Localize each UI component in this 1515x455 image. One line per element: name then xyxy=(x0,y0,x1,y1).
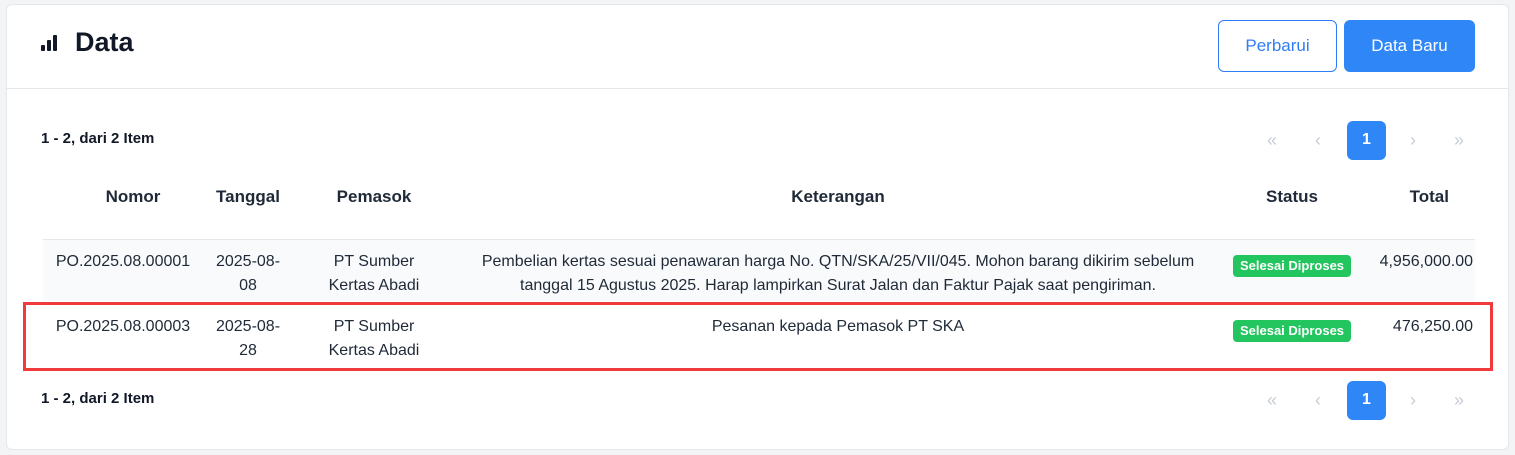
last-page-button[interactable]: » xyxy=(1436,120,1482,160)
last-page-button[interactable]: » xyxy=(1436,380,1482,420)
item-count-top: 1 - 2, dari 2 Item xyxy=(41,130,155,147)
table-row[interactable]: PO.2025.08.00001 2025-08-08 PT Sumber Ke… xyxy=(43,239,1475,301)
status-cell: Selesai Diproses xyxy=(1231,254,1353,278)
column-total[interactable]: Total xyxy=(1363,187,1473,207)
cell-tanggal: 2025-08-28 xyxy=(215,318,281,359)
item-count-bottom: 1 - 2, dari 2 Item xyxy=(41,390,155,407)
first-page-button[interactable]: « xyxy=(1249,380,1295,420)
new-data-button[interactable]: Data Baru xyxy=(1344,20,1475,72)
next-page-button[interactable]: › xyxy=(1390,380,1436,420)
page-1-button[interactable]: 1 xyxy=(1347,120,1386,160)
cell-nomor: PO.2025.08.00003 xyxy=(55,318,191,335)
page-1-button[interactable]: 1 xyxy=(1347,380,1386,420)
column-status[interactable]: Status xyxy=(1231,187,1353,207)
cell-pemasok: PT Sumber Kertas Abadi xyxy=(328,253,420,294)
cell-total: 476,250.00 xyxy=(1392,318,1473,335)
status-badge: Selesai Diproses xyxy=(1232,255,1352,277)
first-page-button[interactable]: « xyxy=(1249,120,1295,160)
page-title: Data xyxy=(75,27,134,57)
cell-nomor: PO.2025.08.00001 xyxy=(55,253,191,270)
column-keterangan[interactable]: Keterangan xyxy=(455,187,1221,207)
cell-keterangan: Pesanan kepada Pemasok PT SKA xyxy=(711,318,965,335)
bar-chart-icon xyxy=(41,34,57,51)
title-group: Data xyxy=(41,27,134,58)
pagination-bottom: « ‹ 1 › » xyxy=(1249,380,1482,420)
cell-keterangan: Pembelian kertas sesuai penawaran harga … xyxy=(481,253,1195,294)
column-nomor[interactable]: Nomor xyxy=(43,187,223,207)
data-card: Data Perbarui Data Baru 1 - 2, dari 2 It… xyxy=(6,4,1509,450)
column-pemasok[interactable]: Pemasok xyxy=(313,187,435,207)
cell-pemasok: PT Sumber Kertas Abadi xyxy=(328,318,420,359)
table-row[interactable]: PO.2025.08.00003 2025-08-28 PT Sumber Ke… xyxy=(43,305,1475,367)
cell-tanggal: 2025-08-08 xyxy=(215,253,281,294)
refresh-button[interactable]: Perbarui xyxy=(1218,20,1337,72)
card-header: Data Perbarui Data Baru xyxy=(7,5,1508,89)
cell-total: 4,956,000.00 xyxy=(1379,253,1473,270)
pagination-top: « ‹ 1 › » xyxy=(1249,120,1482,160)
column-tanggal[interactable]: Tanggal xyxy=(208,187,288,207)
status-badge: Selesai Diproses xyxy=(1232,320,1352,342)
prev-page-button[interactable]: ‹ xyxy=(1295,120,1341,160)
status-cell: Selesai Diproses xyxy=(1231,319,1353,343)
table-header: Nomor Tanggal Pemasok Keterangan Status … xyxy=(43,187,1475,211)
next-page-button[interactable]: › xyxy=(1390,120,1436,160)
prev-page-button[interactable]: ‹ xyxy=(1295,380,1341,420)
